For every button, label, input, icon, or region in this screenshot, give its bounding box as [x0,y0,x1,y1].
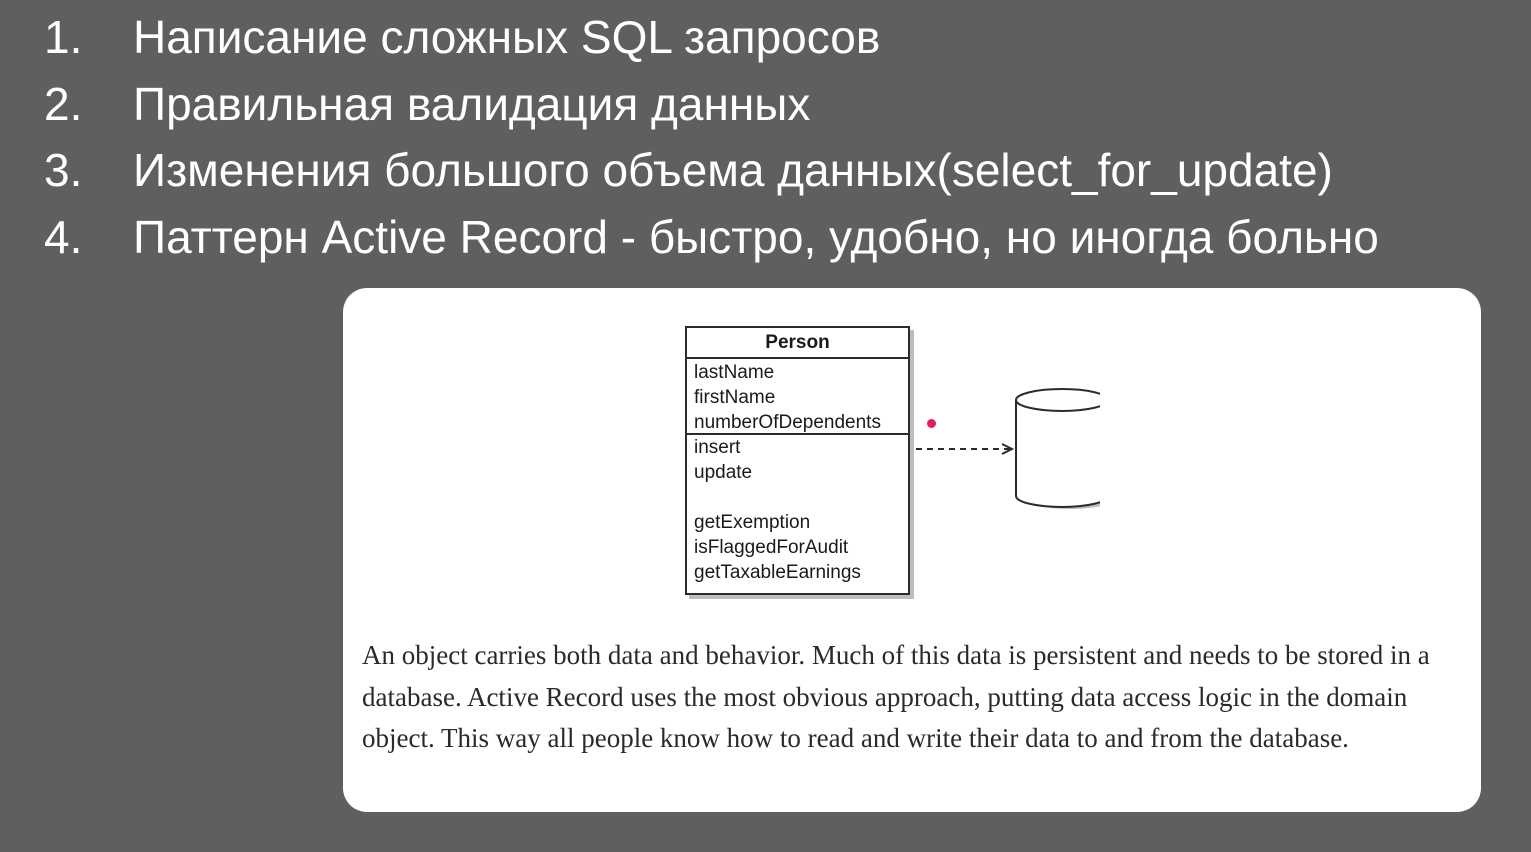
list-item: 3. Изменения большого объема данных(sele… [0,137,1531,203]
list-item: 1. Написание сложных SQL запросов [0,4,1531,70]
uml-attribute: firstName [694,387,776,408]
list-text: Написание сложных SQL запросов [133,11,881,63]
figure-card: Person lastName firstName numberOfDepend… [343,288,1481,812]
list-item: 2. Правильная валидация данных [0,71,1531,137]
uml-method: insert [694,437,741,458]
uml-method: isFlaggedForAudit [694,537,849,558]
uml-class-name: Person [687,328,908,359]
figure-caption: An object carries both data and behavior… [362,640,1430,753]
uml-attribute: lastName [694,362,775,383]
uml-methods: insert update getExemption isFlaggedForA… [687,435,908,585]
uml-attributes: lastName firstName numberOfDependents [687,359,908,435]
uml-spacer [694,485,908,510]
uml-class-box: Person lastName firstName numberOfDepend… [685,326,910,595]
list-text: Изменения большого объема данных(select_… [133,144,1333,196]
uml-method: getTaxableEarnings [694,562,861,583]
list-text: Паттерн Active Record - быстро, удобно, … [133,211,1379,263]
database-diagram [916,388,1100,509]
list-item: 4. Паттерн Active Record - быстро, удобн… [0,204,1531,270]
database-cylinder-icon [1015,388,1100,509]
list-number: 2. [44,78,83,130]
uml-method: getExemption [694,512,811,533]
list-number: 3. [44,144,83,196]
list-number: 4. [44,211,83,263]
list-text: Правильная валидация данных [133,78,811,130]
uml-method: update [694,462,753,483]
uml-attribute: numberOfDependents [694,412,881,433]
list-number: 1. [44,11,83,63]
